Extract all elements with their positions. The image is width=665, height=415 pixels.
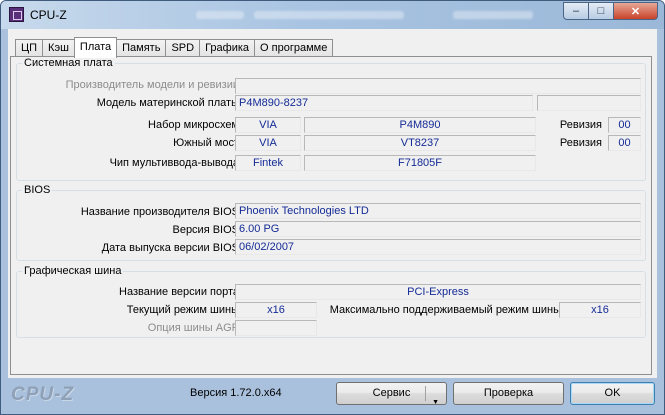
lpcio-vendor-field: Fintek — [235, 155, 301, 171]
graphic-interface-group: Графическая шина — [16, 265, 646, 338]
southbridge-revision-field: 00 — [608, 135, 641, 151]
lpcio-label: Чип мультиввода-вывода — [109, 157, 239, 169]
bios-brand-field: Phoenix Technologies LTD — [235, 203, 641, 219]
southbridge-vendor-field: VIA — [235, 135, 301, 151]
southbridge-model-field: VT8237 — [304, 135, 536, 151]
validate-button[interactable]: Проверка — [453, 382, 564, 405]
max-supported-label: Максимально поддерживаемый режим шины — [329, 304, 561, 316]
bios-group-title: BIOS — [24, 184, 51, 196]
bios-date-label: Дата выпуска версии BIOS — [101, 242, 239, 254]
graphic-version-label: Название версии порта — [119, 286, 239, 298]
link-width-label: Текущий режим шины — [126, 304, 239, 316]
agp-option-label: Опция шины AGP — [147, 322, 239, 334]
manufacturer-field — [235, 78, 641, 94]
tab-spd[interactable]: SPD — [165, 39, 201, 57]
motherboard-group-title: Системная плата — [24, 57, 113, 69]
tab-bar: ЦП Кэш Плата Память SPD Графика О програ… — [15, 37, 334, 58]
graphic-interface-group-title: Графическая шина — [24, 265, 122, 277]
client-area: ЦП Кэш Плата Память SPD Графика О програ… — [8, 29, 657, 378]
model-extra-field — [537, 95, 641, 111]
model-label: Модель материнской платы — [96, 97, 239, 109]
close-button[interactable]: ✕ — [614, 2, 658, 20]
lpcio-model-field: F71805F — [304, 155, 536, 171]
tools-button[interactable]: Сервис ▼ — [336, 382, 447, 406]
cpuz-window: CPU-Z – □ ✕ ЦП Кэш Плата Память SPD Граф… — [0, 0, 665, 415]
tab-mainboard[interactable]: Плата — [73, 37, 118, 58]
tools-button-label: Сервис — [372, 387, 411, 399]
tab-caches[interactable]: Кэш — [42, 39, 75, 57]
blurred-title-text — [254, 11, 404, 19]
agp-option-field — [235, 320, 317, 336]
southbridge-revision-label: Ревизия — [559, 137, 602, 149]
chipset-revision-label: Ревизия — [559, 119, 602, 131]
minimize-button[interactable]: – — [563, 2, 589, 20]
model-field: P4M890-8237 — [235, 95, 533, 111]
cpuz-brand-logo: CPU-Z — [11, 384, 75, 405]
chipset-revision-field: 00 — [608, 117, 641, 133]
chipset-vendor-field: VIA — [235, 117, 301, 133]
southbridge-label: Южный мост — [173, 137, 239, 149]
bios-date-field: 06/02/2007 — [235, 239, 641, 255]
cpu-z-chip-icon — [9, 7, 24, 22]
version-label: Версия 1.72.0.x64 — [190, 387, 282, 399]
chipset-model-field: P4M890 — [304, 117, 536, 133]
dropdown-arrow-icon: ▼ — [432, 399, 439, 406]
window-title: CPU-Z — [30, 8, 67, 22]
tab-cpu[interactable]: ЦП — [15, 39, 44, 57]
dropdown-separator — [425, 386, 426, 401]
chipset-label: Набор микросхем — [148, 119, 239, 131]
link-width-field: x16 — [235, 302, 317, 318]
tab-about[interactable]: О программе — [254, 39, 334, 57]
graphic-version-field: PCI-Express — [235, 284, 641, 300]
title-bar[interactable]: CPU-Z – □ ✕ — [1, 1, 664, 29]
bios-version-field: 6.00 PG — [235, 221, 641, 237]
maximize-button[interactable]: □ — [589, 2, 614, 20]
ok-button[interactable]: OK — [570, 382, 655, 405]
tab-graphics[interactable]: Графика — [199, 39, 256, 57]
blurred-title-text — [196, 11, 244, 19]
manufacturer-label: Производитель модели и ревизии — [65, 79, 239, 91]
tab-memory[interactable]: Память — [116, 39, 167, 57]
bios-version-label: Версия BIOS — [172, 224, 239, 236]
bios-brand-label: Название производителя BIOS — [80, 206, 239, 218]
footer-bar: CPU-Z Версия 1.72.0.x64 Сервис ▼ Проверк… — [1, 378, 664, 414]
mainboard-panel: Системная плата Производитель модели и р… — [10, 56, 652, 375]
max-supported-field: x16 — [559, 302, 641, 318]
blurred-title-text — [453, 11, 533, 19]
